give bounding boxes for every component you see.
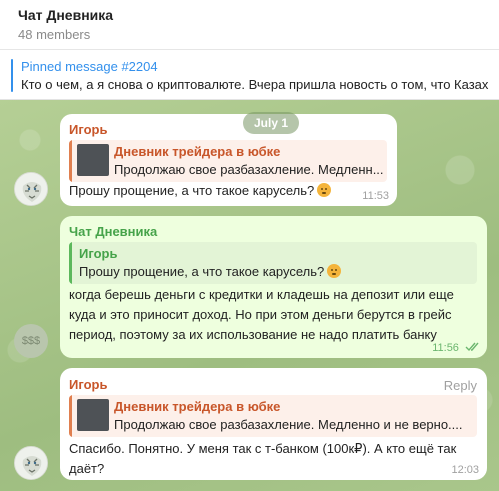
reply-quote[interactable]: Игорь Прошу прощение, а что такое карусе… [69,242,477,284]
message-line: когда берешь деньги с кредитки и кладешь… [69,287,454,302]
message-list[interactable]: Игорь Дневник трейдера в юбке Продолжаю … [0,100,499,491]
pinned-message-bar[interactable]: Pinned message #2204 Кто о чем, а я снов… [0,50,499,100]
reply-title: Дневник трейдера в юбке [114,144,281,159]
reply-accent-bar [69,140,72,182]
message-sender[interactable]: Чат Дневника [69,224,157,239]
reply-accent-bar [69,395,72,437]
reply-quote[interactable]: Дневник трейдера в юбке Продолжаю свое р… [69,395,477,437]
reply-thumbnail-image [77,144,109,176]
reply-quote[interactable]: Дневник трейдера в юбке Продолжаю свое р… [69,140,387,182]
reply-title: Дневник трейдера в юбке [114,399,281,414]
avatar[interactable] [14,446,48,480]
reply-button[interactable]: Reply [444,378,477,393]
chat-title: Чат Дневника [18,7,114,23]
message-line: куда и это приносит доход. Но при этом д… [69,307,452,322]
reply-text: Прошу прощение, а что такое карусель? [79,264,342,279]
reply-accent-bar [69,242,72,284]
chat-header[interactable]: Чат Дневника 48 members [0,0,499,50]
message-text: Прошу прощение, а что такое карусель? [69,181,332,201]
message-text: когда берешь деньги с кредитки и кладешь… [69,285,454,345]
message-time: 11:53 [362,190,389,202]
reply-text: Продолжаю свое разбазахление. Медленн... [114,162,384,177]
message-text-content: Прошу прощение, а что такое карусель? [69,183,315,198]
pinned-title: Pinned message #2204 [21,59,158,74]
date-pill: July 1 [243,112,299,134]
tiger-avatar-icon [15,447,47,479]
pinned-text: Кто о чем, а я снова о криптовалюте. Вче… [21,77,489,92]
message-sender[interactable]: Игорь [69,377,107,392]
message-time-text: 11:56 [432,342,459,354]
double-check-icon [465,342,479,352]
message-text: Спасибо. Понятно. У меня так с т-банком … [69,439,456,479]
message-line: Спасибо. Понятно. У меня так с т-банком … [69,441,457,456]
message-sender[interactable]: Игорь [69,122,107,137]
message-line: период, поэтому за их использование не н… [69,327,437,342]
reply-text-content: Прошу прощение, а что такое карусель? [79,264,325,279]
message-bubble[interactable]: Игорь Дневник трейдера в юбке Продолжаю … [60,114,397,206]
avatar-initials: $$$ [21,335,41,347]
message-bubble-own[interactable]: Чат Дневника Игорь Прошу прощение, а что… [60,216,487,358]
message-line: даёт? [69,461,105,476]
message-bubble[interactable]: Игорь Reply Дневник трейдера в юбке Прод… [60,368,487,480]
reply-thumbnail-image [77,399,109,431]
avatar[interactable] [14,172,48,206]
grimacing-emoji-icon [317,183,332,197]
members-count: 48 members [18,27,91,42]
reply-text: Продолжаю свое разбазахление. Медленно и… [114,417,463,432]
grimacing-emoji-icon [327,264,342,278]
reply-title: Игорь [79,246,118,261]
message-time: 11:56 [432,342,481,354]
pinned-accent-bar [11,59,13,92]
message-time: 12:03 [451,464,479,476]
avatar[interactable]: $$$ [14,324,48,358]
tiger-avatar-icon [15,173,47,205]
